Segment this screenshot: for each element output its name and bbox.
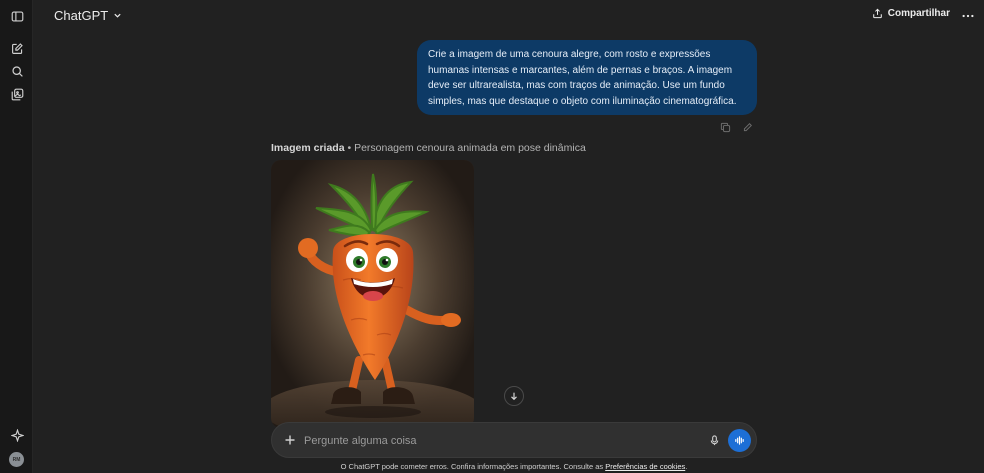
image-caption-separator: • (344, 142, 355, 154)
voice-wave-icon (735, 436, 744, 445)
disclaimer-note: O ChatGPT pode cometer erros. Confira in… (0, 462, 984, 471)
search-chats-button[interactable] (6, 60, 28, 82)
library-button[interactable] (6, 83, 28, 105)
edit-icon (743, 123, 752, 132)
edit-message-button[interactable] (742, 122, 754, 134)
search-icon (11, 65, 23, 77)
cookie-preferences-link[interactable]: Preferências de cookies (605, 462, 685, 471)
new-chat-icon (11, 42, 23, 54)
prompt-composer (271, 422, 757, 458)
arrow-down-icon (511, 392, 517, 401)
library-icon (11, 88, 23, 100)
share-icon (872, 8, 882, 19)
chevron-down-icon (114, 13, 121, 18)
explore-button[interactable] (6, 424, 28, 446)
dictate-button[interactable] (706, 432, 722, 448)
user-message: Crie a imagem de uma cenoura alegre, com… (417, 40, 757, 115)
scroll-to-bottom-button[interactable] (504, 386, 524, 406)
carrot-character-illustration (271, 160, 474, 428)
more-options-button[interactable] (961, 9, 975, 23)
model-name: ChatGPT (54, 8, 109, 23)
share-button[interactable]: Compartilhar (872, 8, 950, 19)
mic-icon (710, 434, 718, 445)
image-caption-description: Personagem cenoura animada em pose dinâm… (354, 142, 586, 154)
user-message-actions (720, 122, 754, 134)
attach-button[interactable] (282, 432, 298, 448)
image-caption-title: Imagem criada (271, 142, 345, 154)
generated-image[interactable] (271, 160, 474, 428)
share-label: Compartilhar (887, 8, 950, 19)
sparkle-icon (10, 428, 24, 442)
top-header: ChatGPT Compartilhar (33, 0, 984, 32)
plus-icon (285, 435, 295, 445)
sidebar-rail: RM (0, 0, 33, 473)
user-message-text: Crie a imagem de uma cenoura alegre, com… (428, 49, 737, 107)
copy-button[interactable] (720, 122, 732, 134)
image-caption: Imagem criada • Personagem cenoura anima… (271, 142, 586, 154)
more-icon (962, 14, 974, 18)
disclaimer-text: O ChatGPT pode cometer erros. Confira in… (340, 462, 606, 471)
new-chat-button[interactable] (6, 37, 28, 59)
disclaimer-end: . (685, 462, 688, 471)
prompt-input[interactable] (304, 432, 684, 449)
copy-icon (720, 122, 731, 133)
sidebar-toggle-icon (11, 10, 23, 22)
sidebar-toggle-button[interactable] (6, 5, 28, 27)
voice-mode-button[interactable] (728, 429, 751, 452)
model-selector[interactable]: ChatGPT (54, 8, 122, 23)
